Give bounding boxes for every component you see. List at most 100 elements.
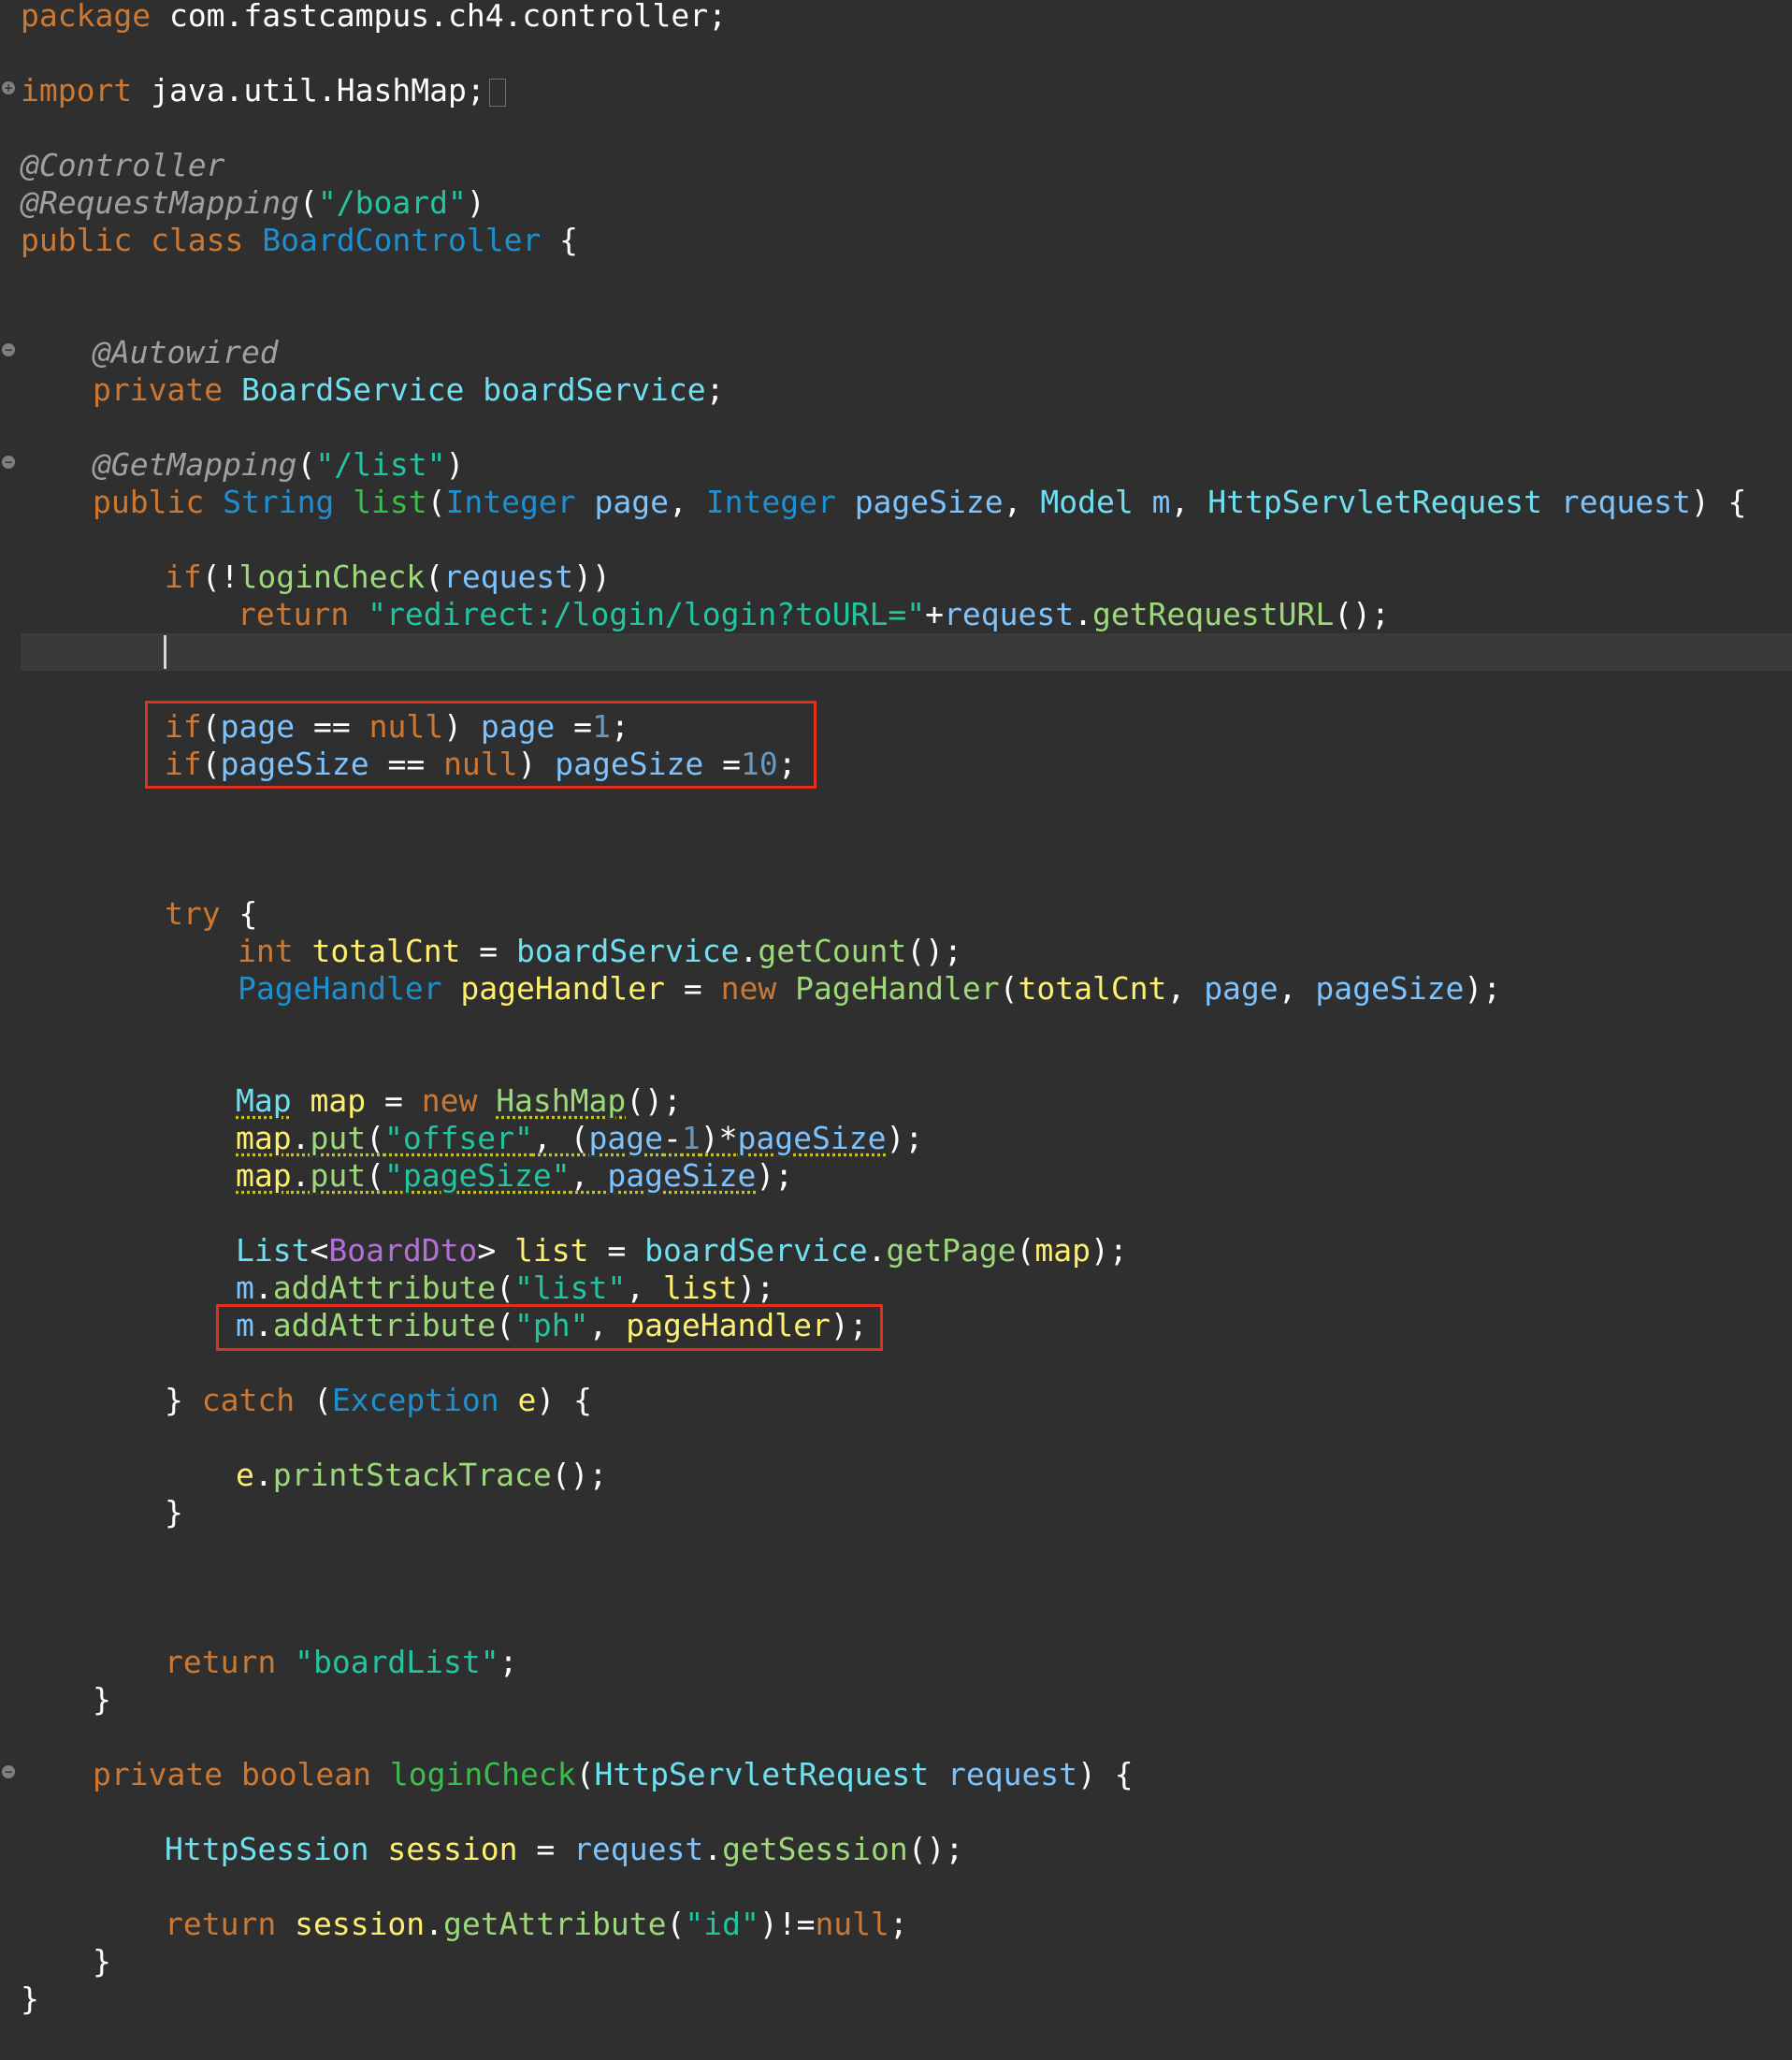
token-keyword: public class bbox=[21, 222, 244, 258]
token-param: pageSize bbox=[737, 1120, 887, 1156]
token-method-call: addAttribute bbox=[272, 1269, 497, 1306]
token-param: page bbox=[1204, 970, 1279, 1007]
token-type: Integer bbox=[445, 484, 576, 520]
token-keyword: package bbox=[21, 0, 152, 34]
code-line-map-put-pagesize: map.put("pageSize", pageSize); bbox=[236, 1157, 793, 1195]
token-punct: . bbox=[253, 1307, 273, 1343]
token-field: boardService bbox=[644, 1232, 868, 1269]
token-punct: } bbox=[21, 1980, 39, 2017]
token-string: "id" bbox=[685, 1906, 759, 1942]
code-line-map-decl: Map map = new HashMap(); bbox=[236, 1082, 682, 1120]
token-method-call: put bbox=[310, 1120, 367, 1156]
text-caret bbox=[164, 635, 166, 669]
token-punct: (); bbox=[551, 1457, 608, 1493]
token-type: HttpServletRequest bbox=[1207, 484, 1542, 520]
token-keyword: public bbox=[93, 484, 205, 520]
token-method-call: printStackTrace bbox=[272, 1457, 552, 1493]
token-type: BoardService bbox=[240, 371, 465, 408]
code-line-annotation-requestmapping: @RequestMapping("/board") bbox=[21, 184, 485, 222]
token-keyword: int bbox=[238, 933, 294, 969]
token-operator: )* bbox=[700, 1120, 738, 1156]
token-param: request bbox=[947, 1756, 1078, 1792]
collapse-fold-icon[interactable]: − bbox=[2, 1765, 15, 1778]
token-type: HttpServletRequest bbox=[594, 1756, 930, 1792]
token-param: page bbox=[588, 1120, 664, 1156]
token-punct: ( bbox=[1016, 1232, 1035, 1269]
token-punct: ) bbox=[517, 746, 556, 782]
token-keyword: if bbox=[165, 708, 202, 745]
token-param: m bbox=[236, 1307, 254, 1343]
token-punct: . bbox=[1074, 596, 1092, 632]
code-line-close-logincheck: } bbox=[93, 1943, 111, 1980]
token-annotation: @GetMapping bbox=[93, 446, 297, 483]
token-local-var: map bbox=[236, 1120, 292, 1156]
token-keyword: boolean bbox=[240, 1756, 372, 1792]
token-keyword: import bbox=[21, 72, 133, 109]
code-line-class-decl: public class BoardController { bbox=[21, 222, 578, 259]
code-line-method-list-decl: public String list(Integer page, Integer… bbox=[93, 484, 1746, 521]
token-method-call: getSession bbox=[722, 1831, 908, 1867]
token-keyword: private bbox=[93, 371, 224, 408]
token-punct: ( bbox=[425, 559, 444, 595]
token-punct: . bbox=[253, 1269, 273, 1306]
token-local-var: list bbox=[663, 1269, 738, 1306]
token-punct: ( bbox=[201, 708, 221, 745]
code-line-session-decl: HttpSession session = request.getSession… bbox=[165, 1831, 963, 1868]
token-string: "/board" bbox=[317, 184, 467, 221]
token-type: Model bbox=[1040, 484, 1134, 520]
code-line-close-method: } bbox=[93, 1681, 111, 1719]
code-line-field-decl: private BoardService boardService; bbox=[93, 371, 725, 409]
token-param: pageSize bbox=[607, 1157, 757, 1194]
token-string: "list" bbox=[514, 1269, 627, 1306]
code-line-close-catch: } bbox=[165, 1494, 183, 1531]
token-punct: (! bbox=[201, 559, 239, 595]
token-operator: = bbox=[517, 1831, 574, 1867]
code-line-logincheck-decl: private boolean loginCheck(HttpServletRe… bbox=[93, 1756, 1134, 1793]
token-keyword: if bbox=[165, 746, 202, 782]
token-string: "ph" bbox=[514, 1307, 589, 1343]
token-local-var: session bbox=[295, 1906, 426, 1942]
collapse-fold-icon[interactable]: − bbox=[2, 456, 15, 469]
token-param: pageSize bbox=[854, 484, 1004, 520]
token-param: page bbox=[594, 484, 669, 520]
token-punct: . bbox=[253, 1457, 273, 1493]
token-punct: ( bbox=[201, 746, 221, 782]
code-line-totalcnt: int totalCnt = boardService.getCount(); bbox=[238, 933, 962, 970]
token-punct: ) { bbox=[1077, 1756, 1134, 1792]
token-method-call: addAttribute bbox=[272, 1307, 497, 1343]
token-local-var: totalCnt bbox=[1018, 970, 1167, 1007]
token-local-var: map bbox=[1034, 1232, 1091, 1269]
token-constructor: HashMap bbox=[496, 1082, 627, 1119]
code-line-if-page-null: if(page == null) page =1; bbox=[165, 708, 629, 746]
token-local-var: list bbox=[514, 1232, 589, 1269]
token-operator: - bbox=[663, 1120, 682, 1156]
token-number: 1 bbox=[681, 1120, 701, 1156]
token-param: pageSize bbox=[555, 746, 704, 782]
code-line-try: try { bbox=[165, 895, 257, 933]
token-param: pageSize bbox=[220, 746, 369, 782]
token-field: boardService bbox=[483, 371, 706, 408]
token-keyword: new bbox=[421, 1082, 478, 1119]
token-number: 1 bbox=[592, 708, 611, 745]
collapse-fold-icon[interactable]: − bbox=[2, 343, 15, 356]
expand-fold-icon[interactable]: + bbox=[2, 81, 15, 94]
token-punct: ); bbox=[830, 1307, 868, 1343]
token-method-call: getAttribute bbox=[443, 1906, 667, 1942]
token-param: page bbox=[480, 708, 556, 745]
token-param: pageSize bbox=[1315, 970, 1465, 1007]
token-punct: ; bbox=[499, 1644, 518, 1680]
code-editor[interactable]: + − − − package com.fastcampus.ch4.contr… bbox=[0, 0, 1792, 2060]
token-method-call: getPage bbox=[886, 1232, 1017, 1269]
code-line-return-session: return session.getAttribute("id")!=null; bbox=[165, 1906, 908, 1943]
token-punct: ); bbox=[1464, 970, 1502, 1007]
token-param: m bbox=[1151, 484, 1171, 520]
token-punct: , bbox=[1003, 484, 1041, 520]
collapsed-imports-icon[interactable] bbox=[488, 78, 506, 107]
